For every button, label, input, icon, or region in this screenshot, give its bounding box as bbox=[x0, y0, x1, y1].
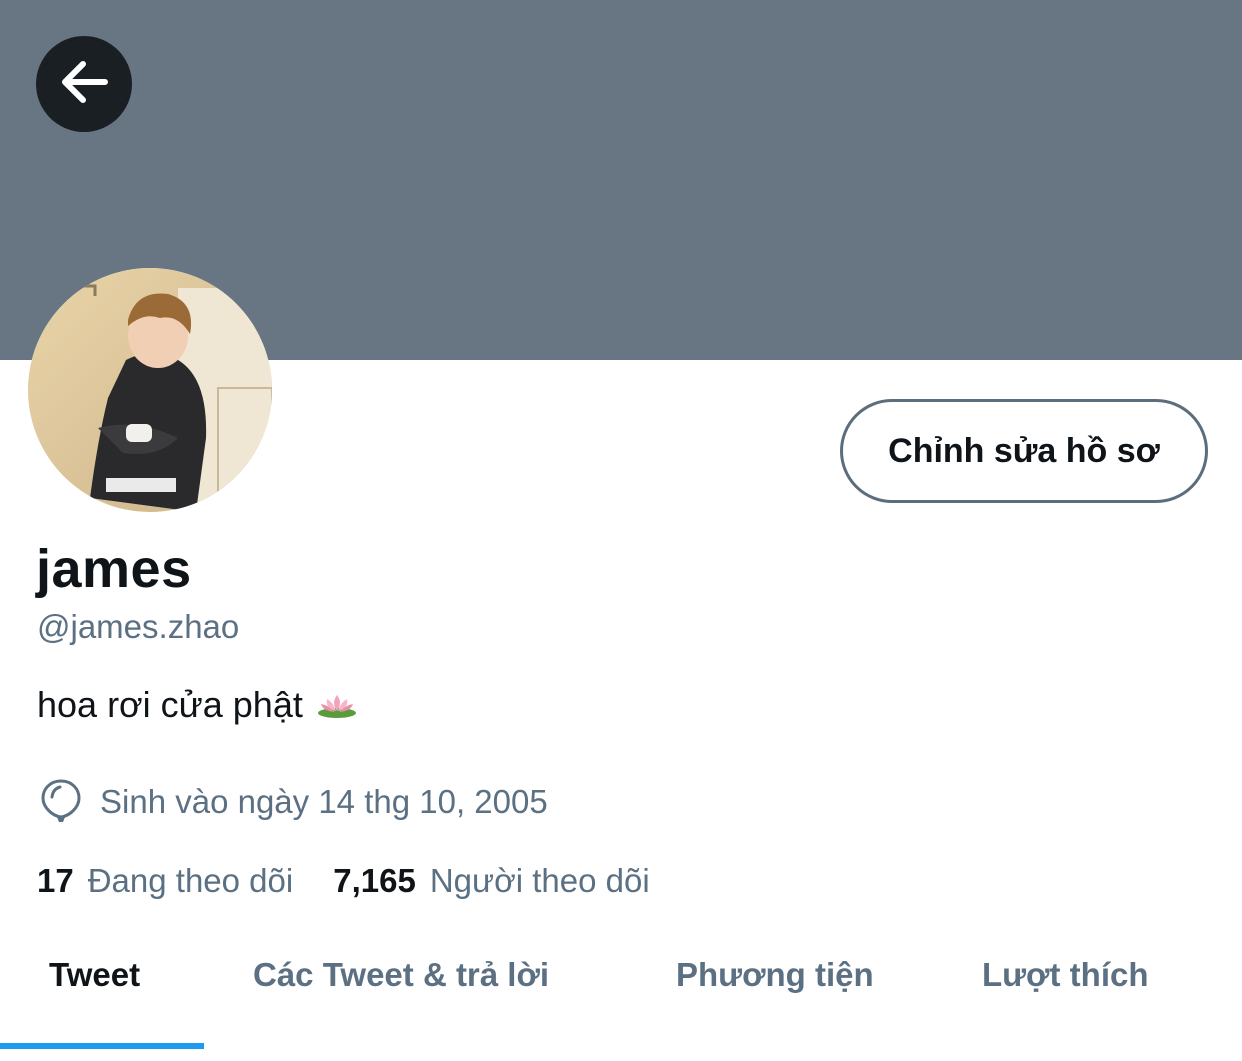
bio-text: hoa rơi cửa phật bbox=[37, 684, 303, 725]
follow-stats: 17 Đang theo dõi 7,165 Người theo dõi bbox=[37, 862, 650, 900]
back-button[interactable] bbox=[36, 36, 132, 132]
following-link[interactable]: 17 Đang theo dõi bbox=[37, 862, 293, 900]
bio: hoa rơi cửa phật bbox=[37, 684, 357, 726]
edit-profile-button[interactable]: Chỉnh sửa hồ sơ bbox=[840, 399, 1208, 503]
lotus-icon bbox=[317, 691, 357, 719]
tab-media[interactable]: Phương tiện bbox=[676, 956, 874, 994]
display-name: james bbox=[36, 539, 192, 599]
birth-date-text: Sinh vào ngày 14 thg 10, 2005 bbox=[100, 783, 548, 820]
tab-tweets-replies[interactable]: Các Tweet & trả lời bbox=[253, 956, 549, 994]
user-handle: @james.zhao bbox=[37, 608, 240, 645]
tab-likes[interactable]: Lượt thích bbox=[982, 956, 1149, 994]
tab-tweet[interactable]: Tweet bbox=[49, 956, 140, 994]
followers-link[interactable]: 7,165 Người theo dõi bbox=[333, 862, 649, 900]
following-label: Đang theo dõi bbox=[87, 862, 294, 899]
following-count: 17 bbox=[37, 862, 74, 899]
avatar[interactable] bbox=[28, 268, 272, 512]
active-tab-indicator bbox=[0, 1043, 204, 1049]
arrow-left-icon bbox=[57, 55, 111, 114]
balloon-icon bbox=[38, 777, 84, 827]
birth-date: Sinh vào ngày 14 thg 10, 2005 bbox=[38, 777, 548, 827]
profile-tabs: Tweet Các Tweet & trả lời Phương tiện Lư… bbox=[0, 940, 1242, 1061]
followers-label: Người theo dõi bbox=[429, 862, 650, 899]
followers-count: 7,165 bbox=[333, 862, 416, 899]
